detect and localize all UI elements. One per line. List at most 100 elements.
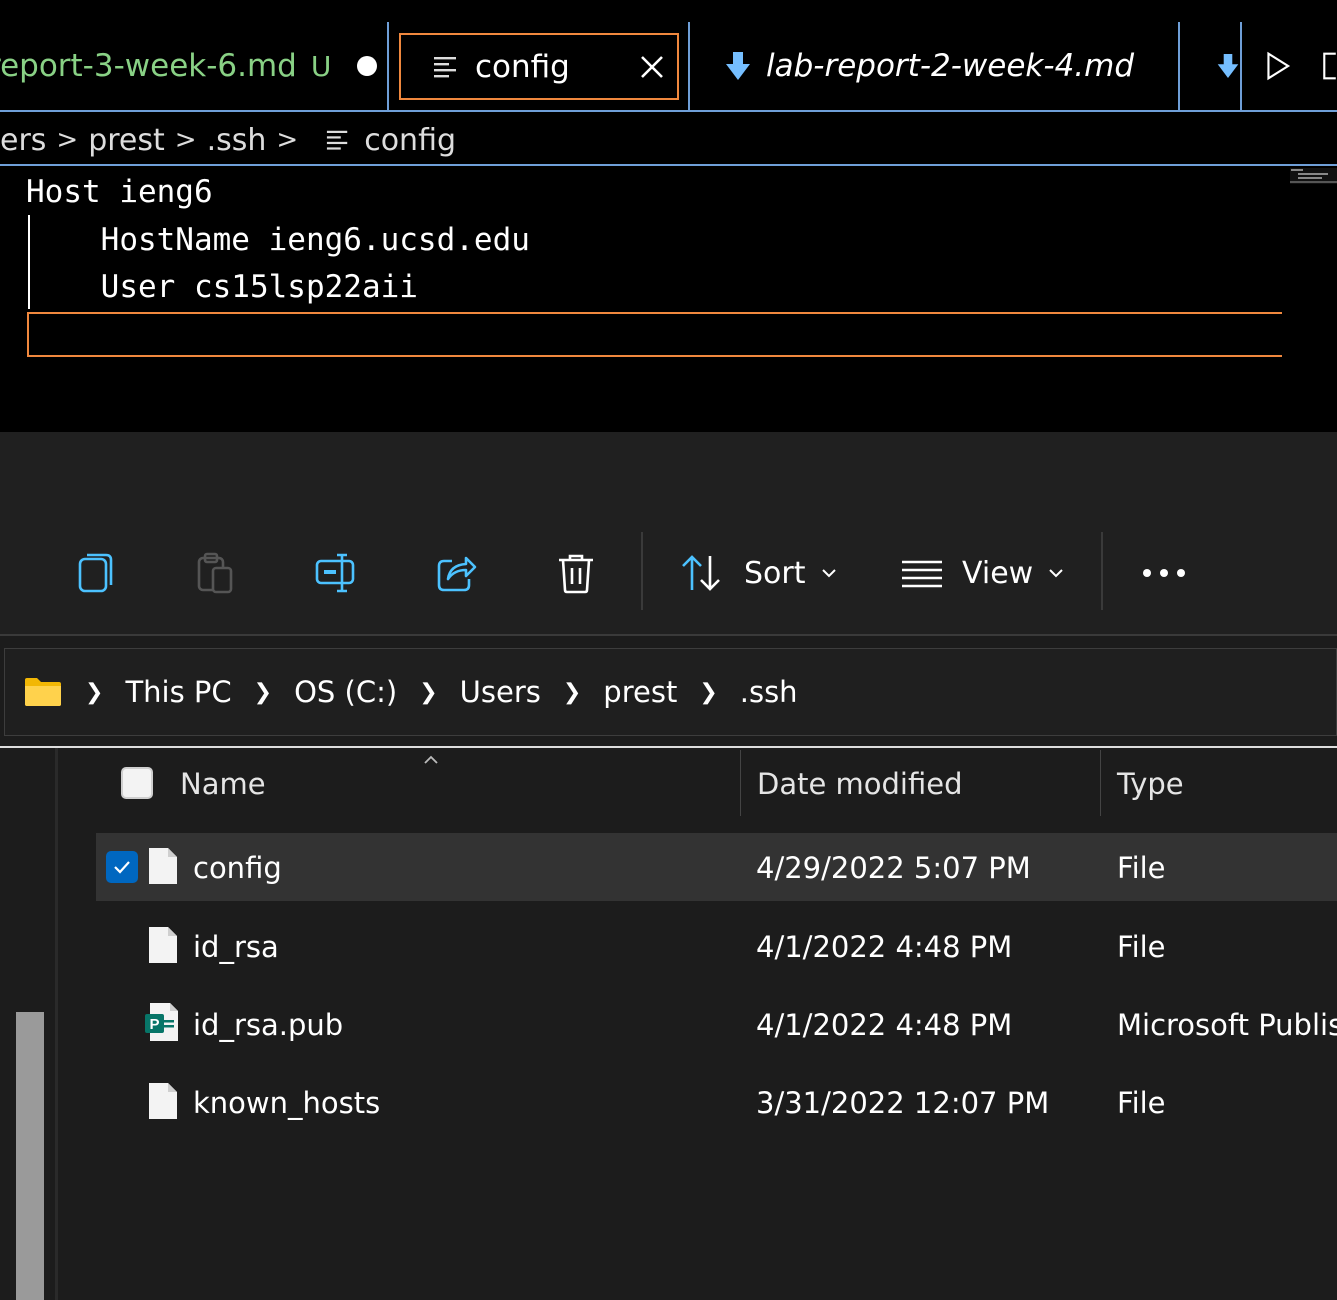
trash-icon xyxy=(559,554,593,594)
chevron-right-icon[interactable]: ❯ xyxy=(254,680,272,705)
split-editor-icon[interactable] xyxy=(1321,48,1337,84)
breadcrumb-item[interactable]: config xyxy=(364,123,456,158)
text-file-icon xyxy=(327,130,348,150)
chevron-right-icon: > xyxy=(174,125,197,155)
tab-report-3-week-6[interactable]: report-3-week-6.md U xyxy=(0,22,388,110)
chevron-right-icon[interactable]: ❯ xyxy=(563,680,581,705)
view-button[interactable]: View xyxy=(900,545,1065,601)
address-bar[interactable]: ❯ This PC ❯ OS (C:) ❯ Users ❯ prest ❯ .s… xyxy=(4,648,1337,736)
address-crumb[interactable]: prest xyxy=(603,675,677,709)
paste-button[interactable] xyxy=(188,545,244,601)
arrow-down-icon xyxy=(1217,54,1239,78)
column-divider[interactable] xyxy=(1100,750,1101,816)
chevron-right-icon[interactable]: ❯ xyxy=(699,680,717,705)
address-crumb[interactable]: Users xyxy=(460,675,541,709)
file-row[interactable]: known_hosts 3/31/2022 12:07 PM File xyxy=(96,1068,1337,1136)
toolbar-divider xyxy=(641,532,643,610)
code-line: User cs15lsp22aii xyxy=(26,269,418,305)
tab-label: lab-report-2-week-4.md xyxy=(766,48,1135,84)
tab-overflow[interactable] xyxy=(1180,22,1240,110)
file-type: File xyxy=(1117,930,1166,964)
minimap[interactable] xyxy=(1290,168,1337,184)
view-label: View xyxy=(962,555,1034,591)
explorer-toolbar xyxy=(0,432,1337,636)
file-name[interactable]: id_rsa.pub xyxy=(193,1008,343,1042)
indent-guide xyxy=(28,215,30,309)
rename-button[interactable] xyxy=(308,545,364,601)
sort-icon xyxy=(682,555,720,591)
column-header-name[interactable]: Name xyxy=(180,767,266,801)
git-untracked-badge: U xyxy=(310,49,332,83)
delete-button[interactable] xyxy=(548,545,604,601)
tab-divider xyxy=(387,22,389,112)
file-date: 4/1/2022 4:48 PM xyxy=(756,930,1013,964)
file-icon xyxy=(149,927,177,963)
column-divider[interactable] xyxy=(740,750,741,816)
chevron-right-icon[interactable]: ❯ xyxy=(419,680,437,705)
run-icon[interactable] xyxy=(1266,48,1291,84)
sort-button[interactable]: Sort xyxy=(680,545,838,601)
share-button[interactable] xyxy=(428,545,484,601)
chevron-right-icon: > xyxy=(56,125,79,155)
paste-icon xyxy=(197,552,233,594)
publisher-file-icon: P xyxy=(145,1003,178,1041)
code-line: HostName ieng6.ucsd.edu xyxy=(26,222,530,258)
file-name[interactable]: known_hosts xyxy=(193,1086,380,1120)
file-type: File xyxy=(1117,1086,1166,1120)
chevron-down-icon xyxy=(821,569,836,578)
address-crumb[interactable]: This PC xyxy=(125,675,231,709)
file-date: 4/1/2022 4:48 PM xyxy=(756,1008,1013,1042)
current-line-highlight[interactable] xyxy=(27,312,1282,357)
tab-config[interactable]: config xyxy=(399,33,679,100)
copy-icon xyxy=(78,553,113,593)
unsaved-dot-icon[interactable] xyxy=(357,56,378,76)
address-crumb[interactable]: .ssh xyxy=(740,675,798,709)
file-name[interactable]: config xyxy=(193,851,282,885)
more-options-icon xyxy=(1143,569,1185,577)
file-name[interactable]: id_rsa xyxy=(193,930,279,964)
row-checkbox[interactable] xyxy=(106,851,138,883)
file-type: File xyxy=(1117,851,1166,885)
file-row[interactable]: id_rsa 4/1/2022 4:48 PM File xyxy=(96,912,1337,980)
editor-actions xyxy=(1242,22,1337,110)
file-type: Microsoft Publish xyxy=(1117,1008,1337,1042)
text-file-icon xyxy=(434,56,456,77)
code-line: Host ieng6 xyxy=(26,174,213,210)
breadcrumb-item[interactable]: .ssh xyxy=(207,123,267,158)
column-header-date[interactable]: Date modified xyxy=(757,767,963,801)
more-options-button[interactable] xyxy=(1136,545,1192,601)
select-all-checkbox[interactable] xyxy=(121,767,153,799)
arrow-down-icon xyxy=(726,52,750,80)
folder-icon xyxy=(25,678,61,706)
tab-label: config xyxy=(475,48,570,85)
rename-icon xyxy=(315,553,355,593)
share-icon xyxy=(437,556,477,592)
navigation-scrollbar[interactable] xyxy=(16,1012,44,1300)
file-row[interactable]: P id_rsa.pub 4/1/2022 4:48 PM Microsoft … xyxy=(96,990,1337,1058)
sort-label: Sort xyxy=(744,555,806,591)
breadcrumb: ers > prest > .ssh > config xyxy=(0,116,1337,166)
file-date: 4/29/2022 5:07 PM xyxy=(756,851,1031,885)
close-icon[interactable] xyxy=(639,54,665,80)
copy-button[interactable] xyxy=(68,545,124,601)
tab-lab-report-2-week-4[interactable]: lab-report-2-week-4.md xyxy=(690,22,1178,110)
file-icon xyxy=(149,848,177,884)
chevron-down-icon xyxy=(1049,569,1063,578)
checkmark-icon xyxy=(114,861,130,874)
chevron-right-icon: > xyxy=(276,125,299,155)
svg-text:P: P xyxy=(149,1016,159,1033)
file-icon xyxy=(149,1083,177,1119)
sort-ascending-icon xyxy=(424,755,438,764)
divider xyxy=(0,746,1337,748)
toolbar-divider xyxy=(1101,532,1103,610)
column-header-type[interactable]: Type xyxy=(1117,767,1184,801)
file-row[interactable]: config 4/29/2022 5:07 PM File xyxy=(96,833,1337,901)
breadcrumb-item[interactable]: ers xyxy=(0,123,46,158)
code-editor[interactable]: Host ieng6 HostName ieng6.ucsd.edu User … xyxy=(0,168,1337,432)
view-list-icon xyxy=(902,560,942,588)
address-crumb[interactable]: OS (C:) xyxy=(294,675,397,709)
breadcrumb-item[interactable]: prest xyxy=(88,123,165,158)
file-date: 3/31/2022 12:07 PM xyxy=(756,1086,1050,1120)
chevron-right-icon[interactable]: ❯ xyxy=(85,680,103,705)
tab-label: report-3-week-6.md xyxy=(0,48,297,84)
